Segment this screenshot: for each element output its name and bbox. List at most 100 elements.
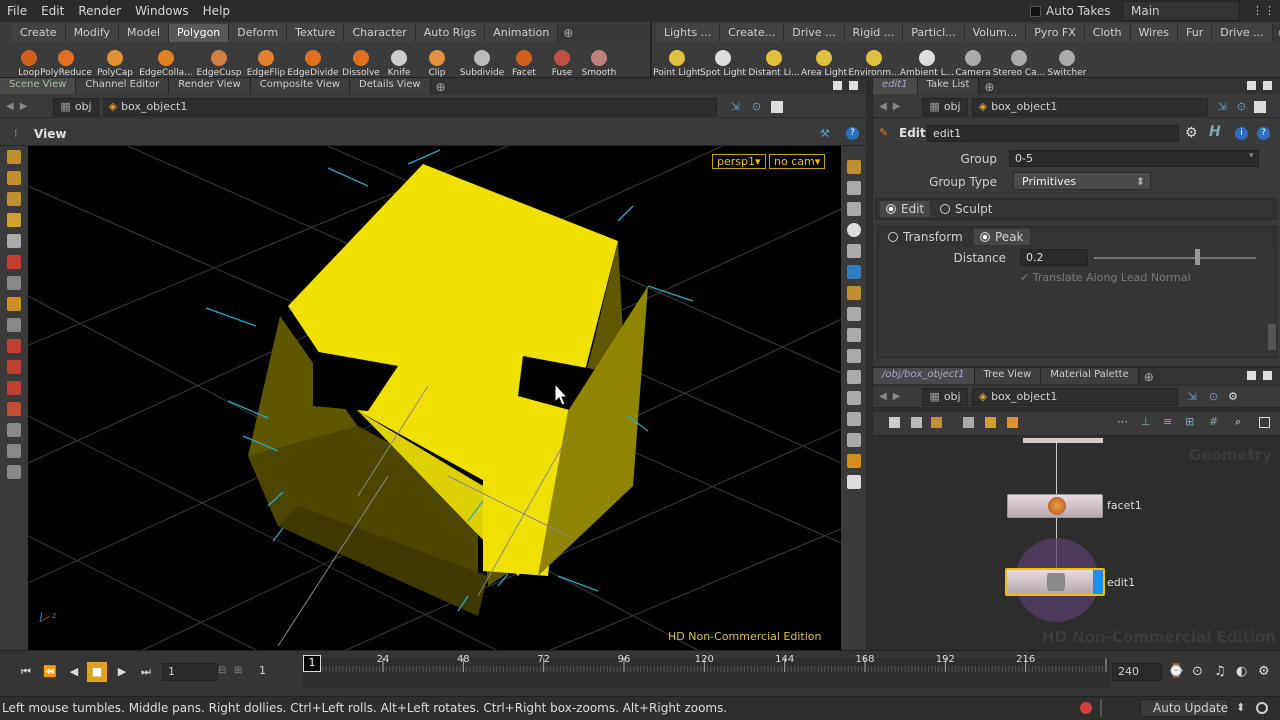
- left-tab-0[interactable]: Create: [12, 24, 66, 42]
- tool-switcher[interactable]: Switcher: [1046, 44, 1088, 78]
- scale-tool-icon[interactable]: [7, 213, 21, 227]
- path-node[interactable]: ◈ box_object1: [971, 387, 1178, 406]
- viewer-tools-icon[interactable]: ⚒: [820, 127, 830, 140]
- right-tab-6[interactable]: Pyro FX: [1026, 24, 1085, 42]
- display-options-icon[interactable]: [846, 160, 861, 174]
- maximize-pane-icon[interactable]: [1247, 371, 1256, 380]
- start-frame-field[interactable]: 1: [254, 663, 300, 681]
- tool-facet[interactable]: Facet: [504, 44, 544, 78]
- pin-icon[interactable]: ⇲: [1218, 100, 1227, 113]
- rotate-tool-icon[interactable]: [7, 192, 21, 206]
- tool-stereo-camera[interactable]: Stereo Ca...: [992, 44, 1046, 78]
- tool-distant-light[interactable]: Distant Li...: [748, 44, 800, 78]
- mode-sculpt-radio[interactable]: Sculpt: [934, 201, 998, 217]
- distance-field[interactable]: 0.2: [1020, 249, 1088, 266]
- xform-peak-radio[interactable]: Peak: [974, 229, 1030, 245]
- tool-edgecollapse[interactable]: EdgeColla...: [138, 44, 194, 78]
- left-tab-1[interactable]: Modify: [65, 24, 120, 42]
- pane-menu-icon[interactable]: [849, 81, 858, 90]
- pin-icon[interactable]: ⇲: [1188, 390, 1197, 403]
- info-icon[interactable]: i: [1235, 127, 1248, 140]
- update-menu-icon[interactable]: ⬍: [1236, 701, 1245, 714]
- pin-icon[interactable]: ⇲: [731, 100, 740, 113]
- layout-icon[interactable]: [911, 417, 922, 428]
- distance-slider-track[interactable]: [1094, 257, 1256, 259]
- display-flag-icon[interactable]: [1093, 570, 1103, 594]
- audio-icon[interactable]: ◐: [1236, 664, 1247, 679]
- tool-edgecusp[interactable]: EdgeCusp: [194, 44, 244, 78]
- pane-menu-icon[interactable]: [1263, 371, 1272, 380]
- facet1-node[interactable]: [1007, 494, 1103, 518]
- handle-tool-icon[interactable]: [7, 255, 21, 269]
- houdini-help-icon[interactable]: H: [1209, 124, 1221, 140]
- tab-take-list[interactable]: Take List: [917, 78, 980, 94]
- snap-prim-icon[interactable]: [7, 381, 21, 395]
- point-numbers-icon[interactable]: [846, 328, 861, 342]
- tab-material-palette[interactable]: Material Palette: [1041, 368, 1139, 384]
- backface-icon[interactable]: [846, 391, 861, 405]
- guide-icon[interactable]: [846, 412, 861, 426]
- magnet-icon[interactable]: [7, 339, 21, 353]
- pose-tool-icon[interactable]: [7, 234, 21, 248]
- tool-clip[interactable]: Clip: [414, 44, 460, 78]
- left-tab-5[interactable]: Texture: [287, 24, 345, 42]
- align-icon[interactable]: ⊥: [1141, 415, 1151, 428]
- add-tab-icon[interactable]: ⊕: [1139, 368, 1159, 384]
- edit1-node[interactable]: [1005, 568, 1105, 596]
- view-tool-icon[interactable]: [7, 276, 21, 290]
- param-scrollbar[interactable]: [1268, 324, 1276, 350]
- translate-normal-toggle[interactable]: ✔ Translate Along Lead Normal: [1020, 271, 1191, 284]
- right-tab-5[interactable]: Volum...: [964, 24, 1027, 42]
- right-tab-10[interactable]: Drive ...: [1212, 24, 1273, 42]
- path-root[interactable]: ▦ obj: [922, 387, 968, 406]
- tool-fuse[interactable]: Fuse: [544, 44, 580, 78]
- left-tab-2[interactable]: Model: [119, 24, 170, 42]
- tool-smooth[interactable]: Smooth: [580, 44, 618, 78]
- left-tab-8[interactable]: Animation: [485, 24, 559, 42]
- tab-details-view[interactable]: Details View: [350, 78, 431, 94]
- right-tab-0[interactable]: Lights ...: [656, 24, 721, 42]
- right-tab-2[interactable]: Drive ...: [784, 24, 845, 42]
- help-icon[interactable]: ?: [1257, 127, 1270, 140]
- path-node[interactable]: ◈ box_object1: [102, 97, 717, 116]
- right-tab-7[interactable]: Cloth: [1084, 24, 1131, 42]
- tool-point-light[interactable]: Point Light: [653, 44, 701, 78]
- right-tab-4[interactable]: Particl...: [903, 24, 965, 42]
- keyframe-icon[interactable]: [7, 423, 21, 437]
- tab-channel-editor[interactable]: Channel Editor: [76, 78, 170, 94]
- auto-takes-checkbox[interactable]: [1030, 5, 1041, 17]
- search-icon[interactable]: ⌕: [1235, 415, 1241, 429]
- persp-camera-menu[interactable]: persp1▾: [712, 154, 766, 169]
- group-field[interactable]: 0-5: [1009, 150, 1259, 167]
- menu-windows[interactable]: Windows: [128, 4, 196, 18]
- layout-icon[interactable]: [846, 454, 861, 468]
- back-icon[interactable]: ◀: [879, 101, 887, 112]
- tool-edgedivide[interactable]: EdgeDivide: [287, 44, 339, 78]
- frame-stepper-plus-icon[interactable]: ⊞: [234, 665, 242, 676]
- menu-help[interactable]: Help: [196, 4, 237, 18]
- error-icon[interactable]: [1080, 702, 1092, 714]
- color-palette-icon[interactable]: [1007, 417, 1018, 428]
- add-tab-icon[interactable]: ⊕: [979, 78, 999, 94]
- menu-render[interactable]: Render: [71, 4, 128, 18]
- tool-spot-light[interactable]: Spot Light: [698, 44, 748, 78]
- tool-subdivide[interactable]: Subdivide: [460, 44, 504, 78]
- tab-edit1[interactable]: edit1: [873, 78, 918, 94]
- wire-icon[interactable]: ⊞: [1185, 415, 1194, 428]
- current-frame-marker[interactable]: 1: [303, 655, 321, 672]
- group-dropdown-icon[interactable]: ▾: [1249, 151, 1254, 161]
- left-tab-4[interactable]: Deform: [229, 24, 288, 42]
- uv-icon[interactable]: [846, 349, 861, 363]
- link-icon[interactable]: ⊙: [752, 100, 761, 113]
- list-mode-icon[interactable]: [889, 417, 900, 428]
- tool-edgeflip[interactable]: EdgeFlip: [244, 44, 288, 78]
- snap-grid-icon[interactable]: [7, 360, 21, 374]
- play-reverse-icon[interactable]: ◀: [64, 662, 84, 682]
- camera-icon[interactable]: [7, 465, 21, 479]
- grid-snap-icon[interactable]: #: [1209, 415, 1218, 428]
- more-icon[interactable]: ⋮⋮: [1252, 4, 1276, 17]
- tool-loop[interactable]: Loop: [18, 44, 40, 78]
- tool-dissolve[interactable]: Dissolve: [338, 44, 384, 78]
- xform-transform-radio[interactable]: Transform: [882, 229, 969, 245]
- tool-environment-light[interactable]: Environm...: [848, 44, 900, 78]
